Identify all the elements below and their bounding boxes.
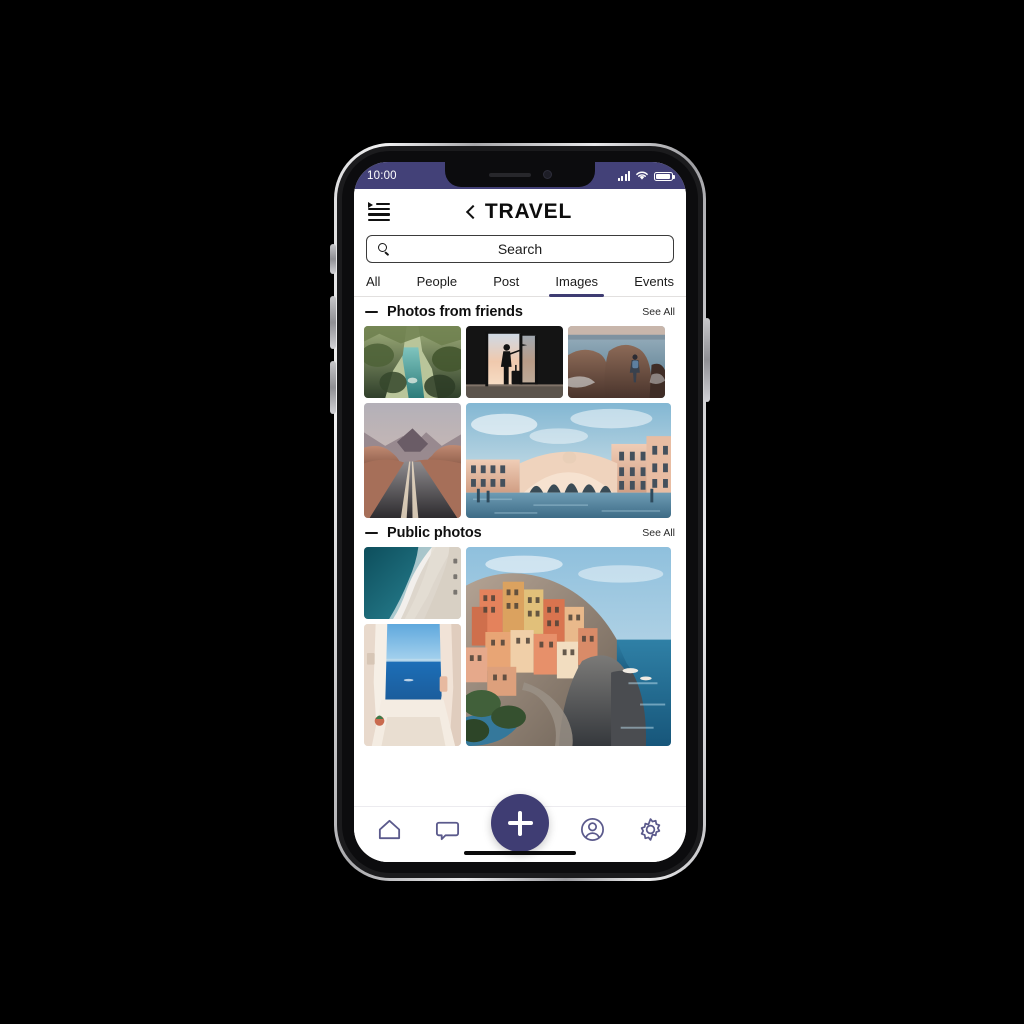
settings-gear-icon[interactable] [637,816,664,843]
content-area: Photos from friends See All Public photo… [354,297,686,786]
status-indicator-icons [618,170,675,181]
search-placeholder: Search [497,241,543,257]
see-all-link-public[interactable]: See All [642,527,675,539]
coastal-cliff-hiker[interactable] [568,326,665,398]
search-row: Search [354,235,686,272]
section-header-friends: Photos from friends See All [364,297,676,326]
section-header-public: Public photos See All [364,518,676,547]
screenshot-stage: 10:00 TRAVEL Search All People Post Imag… [0,0,1024,1024]
home-icon[interactable] [376,816,403,843]
bottom-bar-area [354,786,686,862]
airport-traveler-silhouette[interactable] [466,326,563,398]
chat-icon[interactable] [434,816,461,843]
back-chevron-icon[interactable] [465,204,480,219]
earpiece-speaker [488,172,531,177]
tab-all[interactable]: All [364,272,382,296]
section-title-group: Public photos [365,525,482,541]
minus-icon[interactable] [365,310,378,314]
venice-rialto-bridge[interactable] [466,403,671,518]
section-title: Photos from friends [387,304,523,320]
photo-grid-column [364,547,461,746]
photo-grid-public [364,547,676,746]
search-input[interactable]: Search [366,235,674,263]
santorini-alley-sea[interactable] [364,624,461,746]
silent-switch-button[interactable] [330,244,336,274]
create-post-fab[interactable] [491,794,549,852]
cinque-terre-manarola[interactable] [466,547,671,746]
aerial-beach-waves[interactable] [364,547,461,619]
minus-icon[interactable] [365,531,378,535]
tab-images[interactable]: Images [549,272,604,297]
tab-post[interactable]: Post [491,272,521,296]
volume-down-button[interactable] [330,361,336,414]
section-title-group: Photos from friends [365,304,523,320]
wifi-icon [636,171,648,180]
section-title: Public photos [387,525,482,541]
battery-icon [654,171,675,181]
front-camera-icon [542,170,552,179]
volume-up-button[interactable] [330,296,336,349]
cellular-signal-icon [618,171,630,181]
list-menu-icon[interactable] [368,202,390,222]
status-time: 10:00 [367,169,397,182]
page-title: TRAVEL [484,200,573,223]
photo-grid-friends [364,326,676,518]
phone-screen: 10:00 TRAVEL Search All People Post Imag… [354,162,686,862]
app-header: TRAVEL [354,189,686,235]
photo-grid-row [364,326,676,398]
see-all-link-friends[interactable]: See All [642,306,675,318]
photo-grid-row [364,403,676,518]
power-button[interactable] [704,318,710,402]
tropical-jungle-river[interactable] [364,326,461,398]
search-icon [378,243,390,256]
home-indicator[interactable] [464,850,576,855]
tab-events[interactable]: Events [632,272,676,296]
tab-bar: All People Post Images Events [354,272,686,297]
notch [445,162,595,187]
tab-people[interactable]: People [415,272,459,296]
desert-highway-road[interactable] [364,403,461,518]
profile-icon[interactable] [579,816,606,843]
header-title-group: TRAVEL [390,200,650,224]
